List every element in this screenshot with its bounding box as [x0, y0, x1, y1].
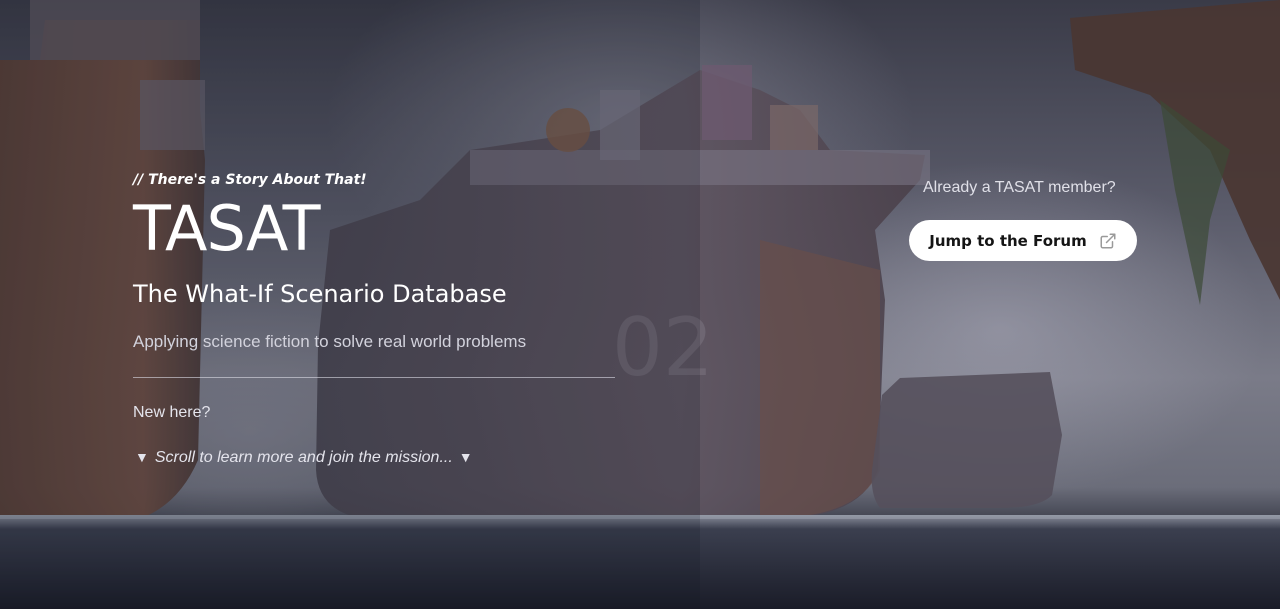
- external-link-icon: [1100, 233, 1116, 248]
- scroll-cta-label: Scroll to learn more and join the missio…: [154, 449, 453, 466]
- page-title: TASAT: [133, 192, 320, 265]
- eyebrow-text: // There's a Story About That!: [133, 172, 367, 188]
- tagline-text: Applying science fiction to solve real w…: [133, 332, 527, 351]
- divider: [133, 377, 615, 378]
- member-prompt: Already a TASAT member?: [923, 179, 1116, 196]
- forum-button-label: Jump to the Forum: [929, 231, 1087, 250]
- page-subtitle: The What-If Scenario Database: [133, 280, 507, 308]
- new-here-text: New here?: [133, 404, 211, 421]
- hero-section: 02 // There's a Story About That! TASAT …: [0, 0, 1280, 609]
- caret-down-icon: ▼: [135, 449, 149, 465]
- caret-down-icon: ▼: [458, 449, 473, 465]
- jump-to-forum-button[interactable]: Jump to the Forum: [909, 220, 1137, 261]
- scroll-down-link[interactable]: ▼ Scroll to learn more and join the missi…: [135, 449, 473, 467]
